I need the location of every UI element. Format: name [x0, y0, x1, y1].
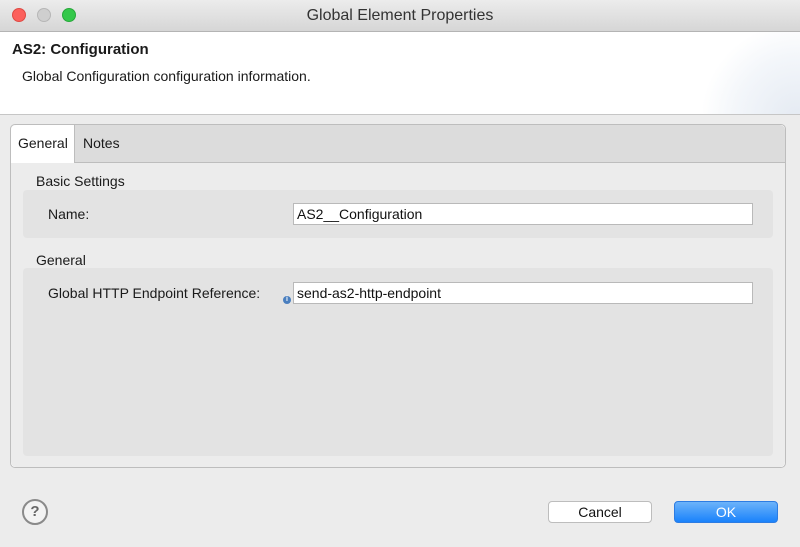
info-icon: i	[283, 296, 291, 304]
tab-notes[interactable]: Notes	[76, 125, 136, 162]
ok-button[interactable]: OK	[674, 501, 778, 523]
name-label: Name:	[48, 206, 90, 222]
general-settings-group: Global HTTP Endpoint Reference: i	[23, 268, 773, 456]
tab-content: Basic Settings Name: General Global HTTP…	[11, 163, 785, 467]
cancel-button[interactable]: Cancel	[548, 501, 652, 523]
window-title: Global Element Properties	[306, 7, 494, 24]
tab-strip: General Notes	[11, 125, 785, 163]
dialog-footer: ? Cancel OK	[0, 470, 800, 547]
basic-settings-group: Name:	[23, 190, 773, 238]
name-input[interactable]	[293, 203, 753, 225]
endpoint-reference-input[interactable]	[293, 282, 753, 304]
dialog-title: AS2: Configuration	[12, 41, 149, 58]
header-decoration	[700, 32, 800, 114]
general-section-label: General	[36, 252, 86, 268]
title-bar: Global Element Properties	[0, 0, 800, 32]
tab-panel: General Notes Basic Settings Name: Gener…	[10, 124, 786, 468]
tab-general[interactable]: General	[11, 125, 75, 163]
endpoint-reference-label: Global HTTP Endpoint Reference:	[48, 285, 261, 301]
dialog-header: AS2: Configuration Global Configuration …	[0, 32, 800, 115]
help-icon[interactable]: ?	[22, 499, 48, 525]
basic-settings-label: Basic Settings	[36, 173, 125, 189]
dialog-description: Global Configuration configuration infor…	[22, 68, 311, 84]
